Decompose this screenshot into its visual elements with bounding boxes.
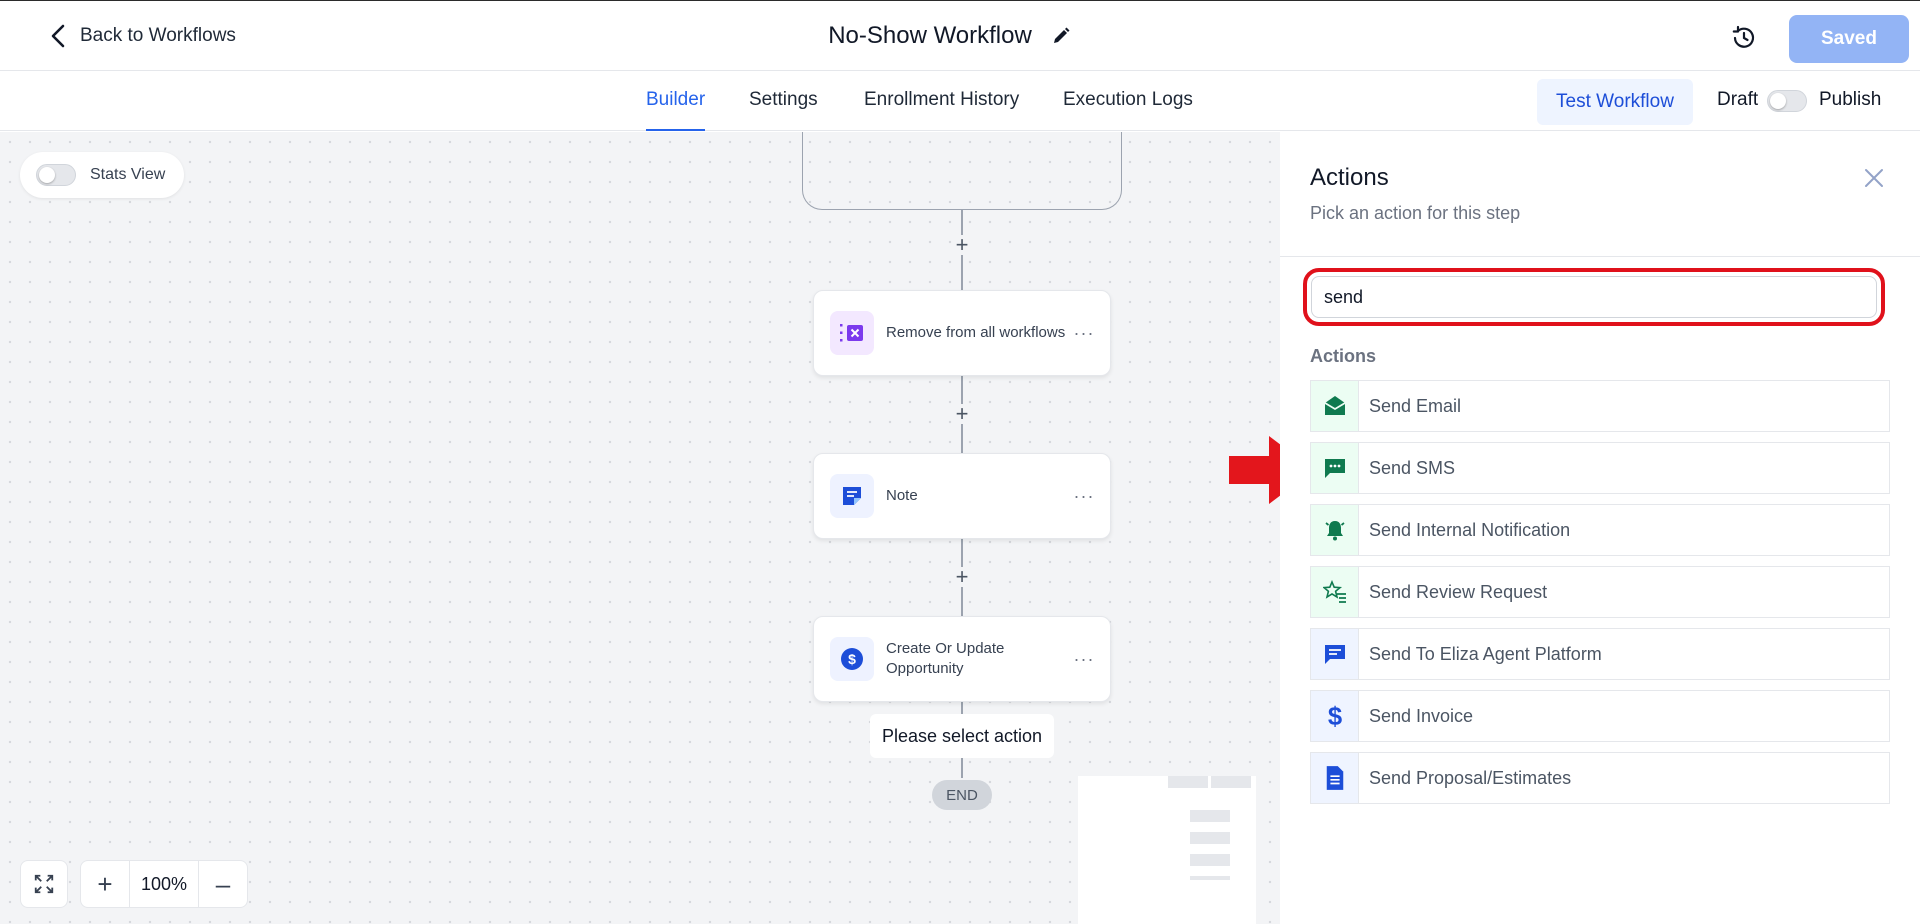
toggle-knob [39,167,55,183]
panel-title: Actions [1310,164,1389,191]
star-list-icon [1311,567,1359,617]
workflow-canvas[interactable]: Stats View + Remove from all workflows ·… [0,132,1280,924]
tab-enrollment-history[interactable]: Enrollment History [864,89,1019,131]
actions-section-label: Actions [1310,346,1377,366]
action-label: Send Email [1369,395,1462,416]
node-remove-from-all-workflows[interactable]: Remove from all workflows ··· [813,290,1111,376]
expand-icon [34,874,54,894]
document-icon [1311,753,1359,803]
test-workflow-button[interactable]: Test Workflow [1537,79,1693,125]
node-create-or-update-opportunity[interactable]: $ Create Or Update Opportunity ··· [813,616,1111,702]
stats-view-toggle[interactable] [36,164,76,186]
svg-text:$: $ [848,651,856,667]
actions-panel: Actions Pick an action for this step Act… [1280,132,1920,924]
publish-label: Publish [1819,89,1882,110]
node-menu-icon[interactable]: ··· [1072,649,1096,670]
remove-workflow-icon [830,311,874,355]
branch-bracket [802,132,1122,210]
chat-icon [1311,629,1359,679]
fit-view-button[interactable] [20,860,68,908]
action-send-invoice[interactable]: $ Send Invoice [1310,690,1890,742]
action-label: Send Internal Notification [1369,519,1571,540]
minimap-block [1190,810,1230,822]
top-bar: Back to Workflows No-Show Workflow Saved [0,0,1920,71]
add-step-plus[interactable]: + [952,234,972,256]
dollar-sign-icon: $ [1311,691,1359,741]
add-step-plus[interactable]: + [952,566,972,588]
action-send-to-eliza-agent-platform[interactable]: Send To Eliza Agent Platform [1310,628,1890,680]
toggle-knob [1770,93,1786,109]
action-list: Send Email Send SMS Send Internal Notifi… [1310,380,1890,814]
node-note[interactable]: Note ··· [813,453,1111,539]
node-menu-icon[interactable]: ··· [1072,323,1096,344]
tab-execution-logs[interactable]: Execution Logs [1063,89,1193,131]
action-label: Send Invoice [1369,705,1474,726]
zoom-level: 100% [129,861,199,907]
select-action-tooltip: Please select action [870,714,1054,758]
action-label: Send Review Request [1369,581,1548,602]
node-menu-icon[interactable]: ··· [1072,486,1096,507]
action-label: Send To Eliza Agent Platform [1369,643,1602,664]
sms-icon [1311,443,1359,493]
email-icon [1311,381,1359,431]
node-label: Create Or Update Opportunity [886,640,1005,677]
action-send-internal-notification[interactable]: Send Internal Notification [1310,504,1890,556]
tab-settings[interactable]: Settings [749,89,818,131]
panel-subtitle: Pick an action for this step [1310,203,1521,223]
dollar-icon: $ [830,637,874,681]
end-marker: END [932,780,992,810]
minimap-block [1190,876,1230,880]
zoom-controls: + 100% – [80,860,248,908]
history-icon[interactable] [1729,23,1759,53]
close-icon[interactable] [1862,166,1886,190]
action-search-input[interactable] [1311,276,1877,318]
tab-bar: Builder Settings Enrollment History Exec… [0,71,1920,131]
stats-view-label: Stats View [90,166,166,183]
minimap-block [1190,832,1230,844]
add-step-plus[interactable]: + [952,403,972,425]
draft-label: Draft [1717,89,1759,110]
divider [1280,256,1920,257]
action-send-proposal-estimates[interactable]: Send Proposal/Estimates [1310,752,1890,804]
zoom-out-button[interactable]: – [199,861,247,907]
stats-view-toggle-pill[interactable]: Stats View [20,152,184,198]
workflow-title: No-Show Workflow [828,22,1032,49]
bell-icon [1311,505,1359,555]
action-label: Send Proposal/Estimates [1369,767,1572,788]
publish-toggle[interactable] [1767,90,1807,112]
action-send-review-request[interactable]: Send Review Request [1310,566,1890,618]
action-send-email[interactable]: Send Email [1310,380,1890,432]
saved-button[interactable]: Saved [1789,15,1909,63]
workflow-title-area: No-Show Workflow [0,22,1920,50]
note-icon [830,474,874,518]
action-label: Send SMS [1369,457,1456,478]
zoom-in-button[interactable]: + [81,861,129,907]
pencil-icon[interactable] [1052,27,1070,45]
search-highlight [1303,268,1885,326]
minimap-block [1168,776,1208,788]
tab-builder[interactable]: Builder [646,89,706,131]
svg-text:$: $ [1327,703,1341,730]
node-label: Note [886,487,918,504]
action-send-sms[interactable]: Send SMS [1310,442,1890,494]
minimap-block [1190,854,1230,866]
minimap-block [1211,776,1251,788]
minimap[interactable] [1078,776,1256,924]
node-label: Remove from all workflows [886,324,1066,341]
